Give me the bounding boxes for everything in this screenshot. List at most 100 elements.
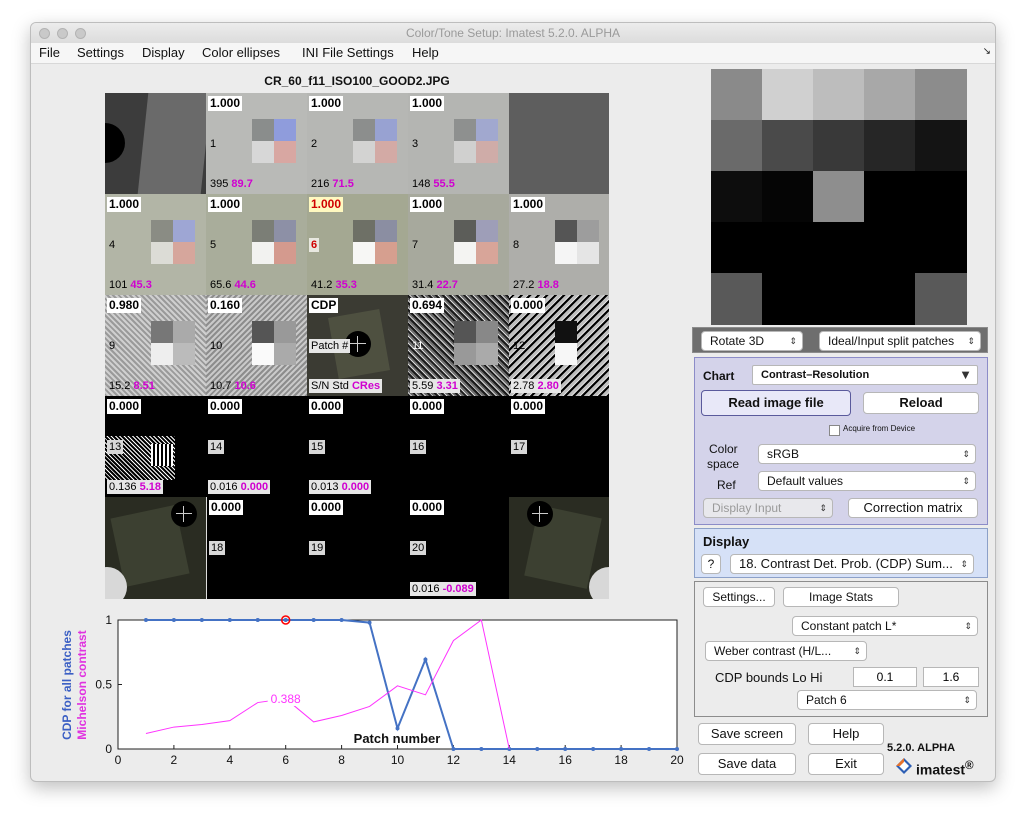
- patch-select[interactable]: Patch 6 ⇕: [797, 690, 977, 710]
- rotate-3d-label: Rotate 3D: [710, 334, 765, 348]
- split-patches-label: Ideal/Input split patches: [828, 334, 955, 348]
- chart-label: Chart: [703, 369, 735, 383]
- x-tick-label: 14: [503, 753, 517, 767]
- logo-registered-mark: ®: [965, 759, 974, 772]
- patch-select-value: Patch 6: [806, 693, 847, 707]
- logo-word: imatest: [916, 761, 966, 778]
- display-help-button[interactable]: ?: [701, 554, 721, 574]
- updown-icon: ⇕: [853, 646, 861, 656]
- exit-button[interactable]: Exit: [808, 753, 884, 775]
- dropdown-triangle-icon: ▼: [959, 367, 972, 382]
- ref-label: Ref: [717, 478, 736, 492]
- app-window: Color/Tone Setup: Imatest 5.2.0. ALPHA F…: [30, 22, 996, 782]
- cdp-bounds-label: CDP bounds Lo Hi: [715, 670, 823, 685]
- y-tick-label: 0: [105, 742, 112, 756]
- y-tick-label: 1: [105, 613, 112, 627]
- x-tick-label: 6: [282, 753, 289, 767]
- cdp-point: [591, 747, 596, 751]
- cdp-point: [227, 618, 232, 622]
- chart-type-value: Contrast–Resolution: [761, 369, 870, 381]
- x-tick-label: 18: [614, 753, 628, 767]
- x-tick-label: 10: [391, 753, 405, 767]
- x-tick-label: 16: [559, 753, 573, 767]
- x-tick-label: 20: [670, 753, 684, 767]
- acquire-label: Acquire from Device: [843, 424, 916, 433]
- patch-thumbnail: [711, 69, 967, 325]
- cdp-point: [647, 747, 652, 751]
- settings-button[interactable]: Settings...: [703, 587, 775, 607]
- menu-overflow-icon[interactable]: ↘: [983, 46, 991, 57]
- cdp-hi-input[interactable]: 1.6: [923, 667, 979, 687]
- colorspace-label-2: space: [707, 457, 740, 471]
- x-tick-label: 2: [171, 753, 178, 767]
- help-button[interactable]: Help: [808, 723, 884, 745]
- cdp-point: [395, 726, 400, 731]
- image-stats-button[interactable]: Image Stats: [783, 587, 899, 607]
- rotate-3d-select[interactable]: Rotate 3D ⇕: [701, 331, 803, 351]
- cdp-point: [367, 620, 372, 625]
- display-value: 18. Contrast Det. Prob. (CDP) Sum...: [739, 556, 953, 571]
- cdp-point: [479, 747, 484, 751]
- constant-patch-value: Constant patch L*: [801, 619, 897, 633]
- version-label: 5.2.0. ALPHA: [887, 742, 956, 754]
- updown-icon: ⇕: [967, 336, 975, 346]
- cdp-point: [619, 747, 624, 751]
- cdp-plot: CDP for all patches Michelson contrast P…: [60, 613, 684, 767]
- y-tick-label: 0.5: [95, 678, 112, 692]
- updown-icon: ⇕: [962, 476, 970, 486]
- cdp-point: [535, 747, 540, 751]
- x-tick-label: 8: [338, 753, 345, 767]
- display-input-select[interactable]: Display Input ⇕: [703, 498, 833, 518]
- updown-icon: ⇕: [960, 559, 968, 569]
- updown-icon: ⇕: [963, 695, 971, 705]
- cdp-point: [199, 618, 204, 622]
- save-screen-button[interactable]: Save screen: [698, 723, 796, 745]
- weber-contrast-select[interactable]: Weber contrast (H/L... ⇕: [705, 641, 867, 661]
- save-data-button[interactable]: Save data: [698, 753, 796, 775]
- colorspace-select[interactable]: sRGB ⇕: [758, 444, 976, 464]
- chart-panel: Chart Contrast–Resolution ▼ Read image fi…: [694, 357, 988, 525]
- imatest-logo-text: imatest®: [916, 759, 974, 778]
- display-panel: Display ? 18. Contrast Det. Prob. (CDP) …: [694, 528, 988, 578]
- colorspace-label-1: Color: [709, 442, 738, 456]
- cdp-lo-input[interactable]: 0.1: [853, 667, 917, 687]
- cdp-point: [675, 747, 679, 751]
- constant-patch-select[interactable]: Constant patch L* ⇕: [792, 616, 978, 636]
- updown-icon: ⇕: [819, 503, 827, 513]
- updown-icon: ⇕: [789, 336, 797, 346]
- x-axis-label: Patch number: [354, 731, 441, 746]
- display-label: Display: [703, 534, 750, 549]
- reload-button[interactable]: Reload: [863, 392, 979, 414]
- annotation-label: 0.388: [271, 692, 301, 706]
- settings-panel: Settings... Image Stats Constant patch L…: [694, 581, 988, 717]
- cdp-point: [423, 657, 428, 662]
- ref-value: Default values: [767, 474, 844, 488]
- split-patches-select[interactable]: Ideal/Input split patches ⇕: [819, 331, 981, 351]
- cdp-point: [143, 618, 148, 622]
- display-select[interactable]: 18. Contrast Det. Prob. (CDP) Sum... ⇕: [730, 554, 974, 574]
- thumbnail-controls: Rotate 3D ⇕ Ideal/Input split patches ⇕: [692, 327, 988, 353]
- display-input-label: Display Input: [712, 501, 782, 515]
- x-tick-label: 12: [447, 753, 461, 767]
- updown-icon: ⇕: [964, 621, 972, 631]
- colorspace-value: sRGB: [767, 447, 800, 461]
- correction-matrix-button[interactable]: Correction matrix: [848, 498, 978, 518]
- cdp-point: [255, 618, 260, 622]
- read-image-file-button[interactable]: Read image file: [701, 390, 851, 416]
- x-tick-label: 4: [226, 753, 233, 767]
- imatest-logo-icon: [895, 757, 913, 775]
- x-tick-label: 0: [115, 753, 122, 767]
- chart-type-select[interactable]: Contrast–Resolution ▼: [752, 365, 978, 385]
- y-axis-label-cdp: CDP for all patches: [60, 630, 74, 740]
- ref-select[interactable]: Default values ⇕: [758, 471, 976, 491]
- cdp-point: [283, 618, 288, 622]
- cdp-point: [339, 618, 344, 622]
- cdp-point: [563, 747, 568, 751]
- weber-contrast-value: Weber contrast (H/L...: [714, 644, 832, 658]
- cdp-point: [311, 618, 316, 622]
- cdp-point: [171, 618, 176, 622]
- updown-icon: ⇕: [962, 449, 970, 459]
- cdp-point: [451, 747, 456, 751]
- acquire-checkbox[interactable]: [829, 425, 840, 436]
- y-axis-label-michelson: Michelson contrast: [75, 630, 89, 739]
